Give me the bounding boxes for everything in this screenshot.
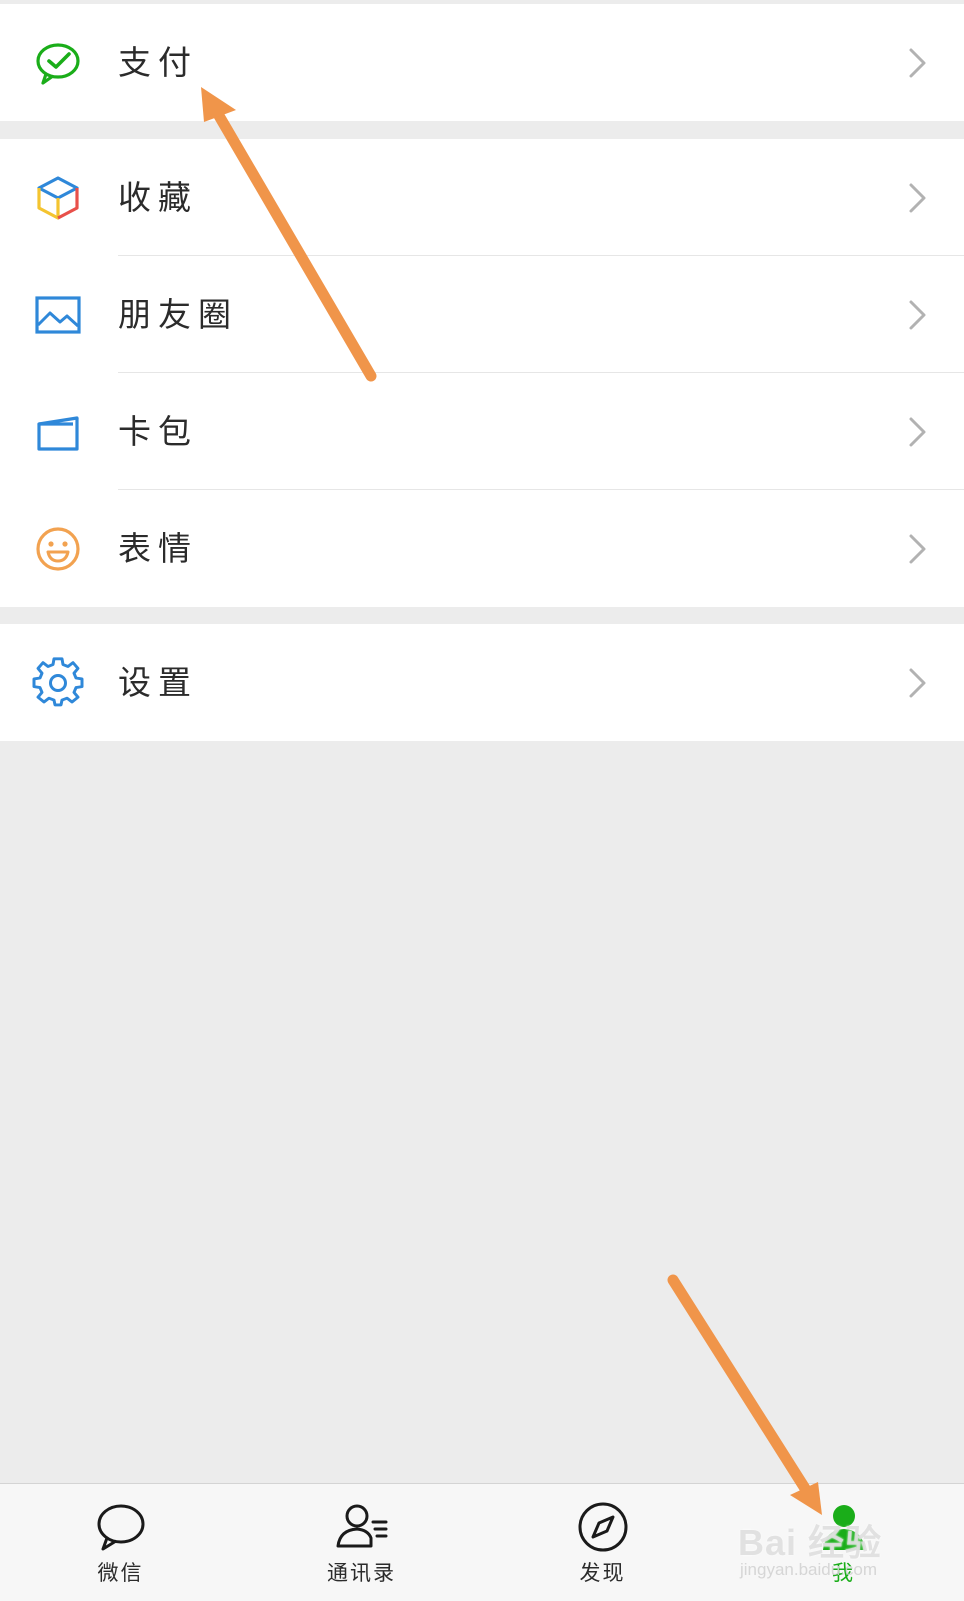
menu-item-label: 表情 xyxy=(118,529,198,568)
services-group: 收藏 朋友圈 卡包 表情 xyxy=(0,139,964,607)
menu-item-label: 设置 xyxy=(118,663,198,702)
smiley-icon xyxy=(32,523,84,575)
tab-contacts[interactable]: 通讯录 xyxy=(241,1484,482,1601)
annotation-arrow-me-tab xyxy=(667,1274,822,1515)
chevron-right-icon xyxy=(908,533,928,565)
compass-icon xyxy=(576,1500,630,1554)
tab-chats[interactable]: 微信 xyxy=(0,1484,241,1601)
payment-group: 支付 xyxy=(0,4,964,121)
menu-item-favorites[interactable]: 收藏 xyxy=(0,139,964,256)
tab-label: 通讯录 xyxy=(327,1561,396,1585)
tab-label: 微信 xyxy=(97,1561,144,1585)
menu-item-settings[interactable]: 设置 xyxy=(0,624,964,741)
baidu-jingyan-watermark: Bai 经验 jingyan.baidu.com xyxy=(738,1514,938,1584)
chevron-right-icon xyxy=(908,47,928,79)
settings-group: 设置 xyxy=(0,624,964,741)
chat-bubble-icon xyxy=(94,1500,148,1554)
chevron-right-icon xyxy=(908,416,928,448)
menu-item-stickers[interactable]: 表情 xyxy=(0,490,964,607)
contacts-icon xyxy=(335,1500,389,1554)
gear-icon xyxy=(32,657,84,709)
chevron-right-icon xyxy=(908,667,928,699)
menu-item-label: 收藏 xyxy=(118,178,198,217)
chevron-right-icon xyxy=(908,182,928,214)
watermark-logo: Bai 经验 xyxy=(738,1522,883,1563)
cube-icon xyxy=(32,172,84,224)
menu-item-label: 卡包 xyxy=(118,412,198,451)
tab-label: 发现 xyxy=(579,1561,626,1585)
wallet-icon xyxy=(32,406,84,458)
wechat-pay-icon xyxy=(32,37,84,89)
menu-item-moments[interactable]: 朋友圈 xyxy=(0,256,964,373)
menu-item-label: 支付 xyxy=(118,43,198,82)
chevron-right-icon xyxy=(908,299,928,331)
tab-discover[interactable]: 发现 xyxy=(482,1484,723,1601)
menu-item-cards[interactable]: 卡包 xyxy=(0,373,964,490)
menu-item-label: 朋友圈 xyxy=(118,295,238,334)
menu-item-payment[interactable]: 支付 xyxy=(0,4,964,121)
watermark-url: jingyan.baidu.com xyxy=(740,1560,878,1579)
photo-album-icon xyxy=(32,289,84,341)
